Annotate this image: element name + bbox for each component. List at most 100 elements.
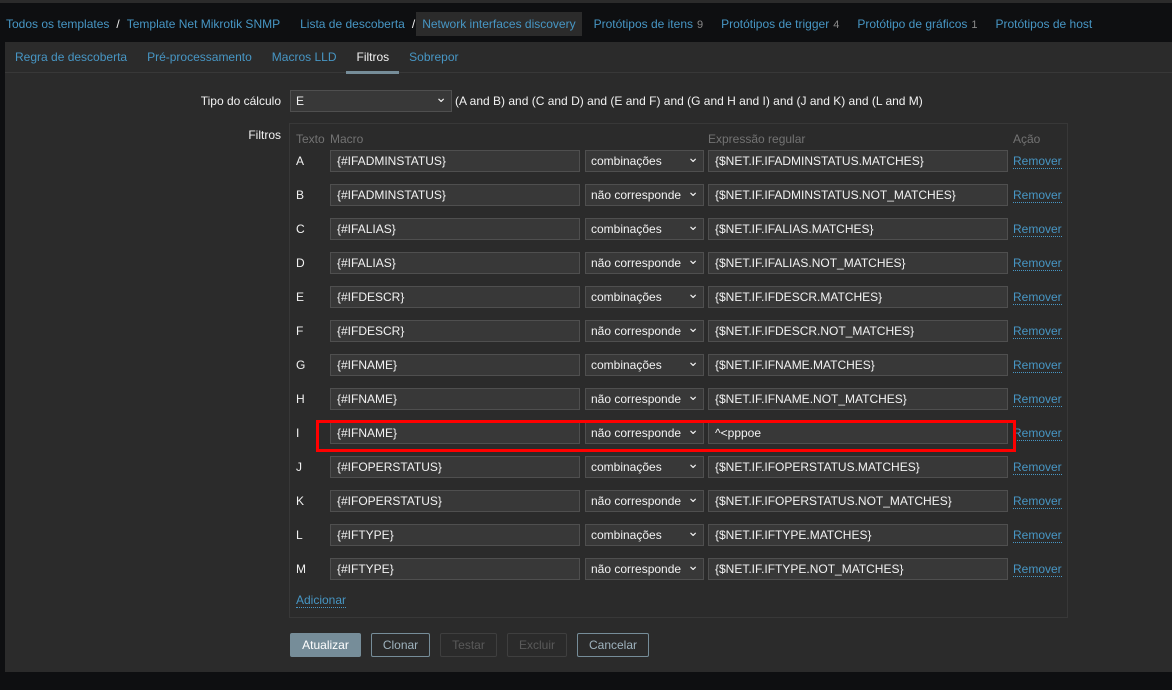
chevron-down-icon: ⌄ — [687, 183, 699, 199]
regex-input[interactable]: {$NET.IF.IFALIAS.MATCHES} — [708, 218, 1008, 240]
row-label: J — [296, 460, 302, 474]
macro-input[interactable]: {#IFNAME} — [330, 388, 580, 410]
operator-value: combinações — [591, 460, 662, 474]
breadcrumb-item[interactable]: Protótipos de itens 9 — [588, 12, 710, 36]
test-button[interactable]: Testar — [440, 633, 497, 657]
remove-link[interactable]: Remover — [1013, 188, 1062, 203]
breadcrumb-label: Protótipos de itens — [593, 17, 693, 31]
remove-link[interactable]: Remover — [1013, 392, 1062, 407]
remove-link[interactable]: Remover — [1013, 256, 1062, 271]
operator-value: não corresponde — [591, 324, 682, 338]
macro-input[interactable]: {#IFALIAS} — [330, 218, 580, 240]
breadcrumb-label: Protótipo de gráficos — [857, 17, 968, 31]
regex-input[interactable]: {$NET.IF.IFDESCR.MATCHES} — [708, 286, 1008, 308]
chevron-down-icon: ⌄ — [687, 557, 699, 573]
operator-select[interactable]: não corresponde ⌄ — [585, 183, 704, 206]
operator-select[interactable]: não corresponde ⌄ — [585, 319, 704, 342]
operator-select[interactable]: não corresponde ⌄ — [585, 387, 704, 410]
breadcrumb-item[interactable]: Protótipo de gráficos 1 — [851, 12, 983, 36]
macro-input[interactable]: {#IFTYPE} — [330, 558, 580, 580]
remove-link[interactable]: Remover — [1013, 460, 1062, 475]
breadcrumb-item[interactable]: Template Net Mikrotik SNMP — [121, 12, 286, 36]
breadcrumb-item[interactable]: Network interfaces discovery — [416, 12, 582, 36]
macro-input[interactable]: {#IFADMINSTATUS} — [330, 150, 580, 172]
regex-input[interactable]: {$NET.IF.IFADMINSTATUS.MATCHES} — [708, 150, 1008, 172]
regex-input[interactable]: {$NET.IF.IFALIAS.NOT_MATCHES} — [708, 252, 1008, 274]
tab-sobrepor[interactable]: Sobrepor — [399, 42, 468, 73]
tab-pr-processamento[interactable]: Pré-processamento — [137, 42, 262, 73]
tab-macros-lld[interactable]: Macros LLD — [262, 42, 347, 73]
chevron-down-icon: ⌄ — [687, 523, 699, 539]
add-filter-link[interactable]: Adicionar — [296, 593, 347, 608]
row-label: D — [296, 256, 305, 270]
breadcrumb-item[interactable]: Protótipos de trigger 4 — [715, 12, 845, 36]
row-label: K — [296, 494, 305, 508]
remove-link[interactable]: Remover — [1013, 290, 1062, 305]
row-label: H — [296, 392, 305, 406]
chevron-down-icon: ⌄ — [687, 217, 699, 233]
macro-input[interactable]: {#IFOPERSTATUS} — [330, 456, 580, 478]
operator-value: não corresponde — [591, 188, 682, 202]
regex-input[interactable]: {$NET.IF.IFTYPE.MATCHES} — [708, 524, 1008, 546]
calc-type-label: Tipo do cálculo — [200, 94, 281, 108]
remove-link[interactable]: Remover — [1013, 562, 1062, 577]
macro-input[interactable]: {#IFNAME} — [330, 354, 580, 376]
breadcrumb-item[interactable]: Todos os templates — [0, 12, 115, 36]
macro-input[interactable]: {#IFDESCR} — [330, 320, 580, 342]
operator-value: não corresponde — [591, 494, 682, 508]
update-button[interactable]: Atualizar — [290, 633, 361, 657]
remove-link[interactable]: Remover — [1013, 528, 1062, 543]
operator-value: combinações — [591, 290, 662, 304]
macro-input[interactable]: {#IFALIAS} — [330, 252, 580, 274]
clone-button[interactable]: Clonar — [371, 633, 430, 657]
breadcrumb-label: Protótipos de host — [995, 17, 1093, 31]
operator-select[interactable]: combinações ⌄ — [585, 455, 704, 478]
remove-link[interactable]: Remover — [1013, 324, 1062, 339]
operator-select[interactable]: combinações ⌄ — [585, 285, 704, 308]
macro-input[interactable]: {#IFTYPE} — [330, 524, 580, 546]
tab-bar: Regra de descoberta Pré-processamento Macr… — [5, 42, 1172, 74]
operator-value: não corresponde — [591, 562, 682, 576]
tab-regra-de-descoberta[interactable]: Regra de descoberta — [5, 42, 137, 73]
macro-input[interactable]: {#IFADMINSTATUS} — [330, 184, 580, 206]
remove-link[interactable]: Remover — [1013, 358, 1062, 373]
operator-value: combinações — [591, 154, 662, 168]
row-label: E — [296, 290, 305, 304]
calc-formula: (A and B) and (C and D) and (E and F) an… — [455, 94, 923, 108]
breadcrumb-item[interactable]: Protótipos de host — [990, 12, 1099, 36]
delete-button[interactable]: Excluir — [507, 633, 567, 657]
breadcrumb-label: Protótipos de trigger — [721, 17, 830, 31]
operator-select[interactable]: combinações ⌄ — [585, 149, 704, 172]
tab-filtros[interactable]: Filtros — [346, 42, 399, 74]
operator-select[interactable]: combinações ⌄ — [585, 523, 704, 546]
remove-link[interactable]: Remover — [1013, 426, 1062, 441]
row-label: L — [296, 528, 303, 542]
regex-input[interactable]: {$NET.IF.IFNAME.NOT_MATCHES} — [708, 388, 1008, 410]
remove-link[interactable]: Remover — [1013, 154, 1062, 169]
regex-input[interactable]: {$NET.IF.IFNAME.MATCHES} — [708, 354, 1008, 376]
row-label: M — [296, 562, 306, 576]
operator-select[interactable]: não corresponde ⌄ — [585, 489, 704, 512]
operator-select[interactable]: combinações ⌄ — [585, 217, 704, 240]
operator-select[interactable]: não corresponde ⌄ — [585, 557, 704, 580]
operator-select[interactable]: combinações ⌄ — [585, 353, 704, 376]
operator-select[interactable]: não corresponde ⌄ — [585, 251, 704, 274]
header-regex: Expressão regular — [708, 132, 806, 146]
row-label: A — [296, 154, 305, 168]
chevron-down-icon: ⌄ — [687, 149, 699, 165]
breadcrumb-item[interactable]: Lista de descoberta — [294, 12, 411, 36]
regex-input[interactable]: {$NET.IF.IFADMINSTATUS.NOT_MATCHES} — [708, 184, 1008, 206]
operator-value: combinações — [591, 528, 662, 542]
cancel-button[interactable]: Cancelar — [577, 633, 649, 657]
macro-input[interactable]: {#IFDESCR} — [330, 286, 580, 308]
regex-input[interactable]: {$NET.IF.IFDESCR.NOT_MATCHES} — [708, 320, 1008, 342]
remove-link[interactable]: Remover — [1013, 222, 1062, 237]
regex-input[interactable]: {$NET.IF.IFTYPE.NOT_MATCHES} — [708, 558, 1008, 580]
calc-type-select[interactable]: E ⌄ — [290, 89, 452, 112]
breadcrumb-count: 1 — [971, 19, 978, 31]
regex-input[interactable]: {$NET.IF.IFOPERSTATUS.NOT_MATCHES} — [708, 490, 1008, 512]
remove-link[interactable]: Remover — [1013, 494, 1062, 509]
operator-value: combinações — [591, 358, 662, 372]
regex-input[interactable]: {$NET.IF.IFOPERSTATUS.MATCHES} — [708, 456, 1008, 478]
macro-input[interactable]: {#IFOPERSTATUS} — [330, 490, 580, 512]
